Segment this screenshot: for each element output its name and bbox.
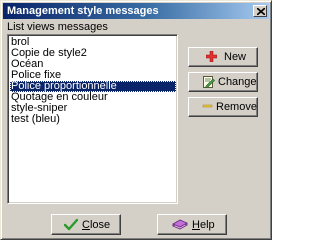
new-button[interactable]: New — [188, 47, 258, 67]
edit-document-icon — [203, 76, 215, 88]
remove-button[interactable]: Remove — [188, 97, 258, 117]
new-button-label: New — [224, 51, 247, 63]
styles-listbox[interactable]: brol Copie de style2 Océan Police fixe P… — [7, 34, 178, 204]
help-button[interactable]: Help — [157, 214, 227, 235]
change-button-label: Change — [218, 76, 257, 88]
close-button[interactable]: Close — [51, 214, 121, 235]
window-title: Management style messages — [7, 5, 159, 17]
list-item[interactable]: test (bleu) — [10, 114, 176, 125]
change-button[interactable]: Change — [188, 72, 258, 92]
title-close-button[interactable] — [253, 5, 267, 17]
title-bar[interactable]: Management style messages — [3, 3, 269, 19]
list-label: List views messages — [7, 21, 108, 33]
dialog-window: Management style messages List views mes… — [0, 0, 272, 240]
checkmark-icon — [64, 218, 78, 231]
minus-icon — [202, 104, 213, 108]
plus-icon — [206, 51, 217, 62]
help-button-label: Help — [192, 219, 215, 231]
remove-button-label: Remove — [216, 101, 257, 113]
help-book-icon — [172, 219, 188, 230]
close-icon — [257, 8, 265, 15]
close-button-label: Close — [82, 219, 111, 231]
